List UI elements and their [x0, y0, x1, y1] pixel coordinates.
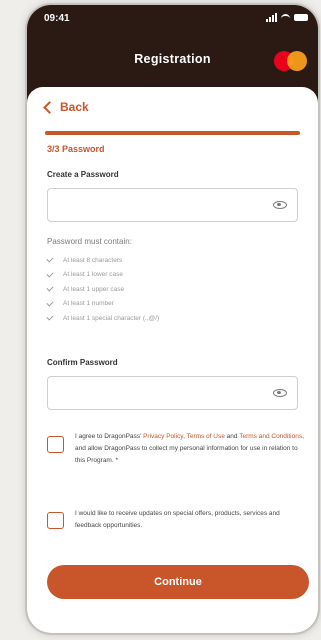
- password-field[interactable]: [47, 188, 298, 222]
- wifi-icon: [281, 14, 290, 21]
- continue-label: Continue: [154, 576, 202, 588]
- updates-consent-text: I would like to receive updates on speci…: [75, 510, 280, 529]
- rule-item: At least 1 special character (.,@/): [46, 311, 159, 326]
- password-label: Create a Password: [47, 170, 119, 179]
- privacy-policy-link[interactable]: Privacy Policy: [143, 433, 183, 440]
- battery-icon: [294, 14, 308, 21]
- check-icon: [46, 284, 54, 292]
- password-rules-title: Password must contain:: [47, 237, 132, 246]
- check-icon: [46, 255, 54, 263]
- terms-consent-text: I agree to DragonPass' Privacy Policy, T…: [75, 433, 304, 464]
- continue-button[interactable]: Continue: [47, 565, 309, 599]
- back-label: Back: [60, 100, 89, 114]
- rule-item: At least 1 upper case: [46, 282, 159, 297]
- top-bar: Registration: [27, 38, 318, 84]
- check-icon: [46, 313, 54, 321]
- updates-checkbox[interactable]: [47, 512, 64, 529]
- eye-icon[interactable]: [273, 389, 287, 397]
- step-label: 3/3 Password: [47, 144, 105, 154]
- rule-item: At least 1 number: [46, 297, 159, 312]
- eye-icon[interactable]: [273, 201, 287, 209]
- back-button[interactable]: Back: [43, 100, 89, 114]
- registration-form: Back 3/3 Password Create a Password Pass…: [27, 87, 318, 633]
- status-time: 09:41: [44, 13, 70, 24]
- status-bar: 09:41: [27, 5, 318, 33]
- rule-item: At least 1 lower case: [46, 268, 159, 283]
- confirm-password-label: Confirm Password: [47, 358, 118, 367]
- mastercard-logo: [274, 51, 308, 71]
- signal-icon: [266, 13, 277, 22]
- phone-frame: 09:41 Registration Back 3/3 Password Cre…: [27, 5, 318, 633]
- check-icon: [46, 270, 54, 278]
- terms-checkbox[interactable]: [47, 436, 64, 453]
- status-icons: [266, 13, 308, 22]
- confirm-password-field[interactable]: [47, 376, 298, 410]
- password-rules-list: At least 8 characters At least 1 lower c…: [46, 253, 159, 326]
- rule-item: At least 8 characters: [46, 253, 159, 268]
- progress-bar: [45, 131, 300, 135]
- check-icon: [46, 299, 54, 307]
- chevron-left-icon: [43, 100, 56, 114]
- terms-of-use-link[interactable]: Terms of Use: [187, 433, 225, 440]
- terms-conditions-link[interactable]: Terms and Conditions: [239, 433, 302, 440]
